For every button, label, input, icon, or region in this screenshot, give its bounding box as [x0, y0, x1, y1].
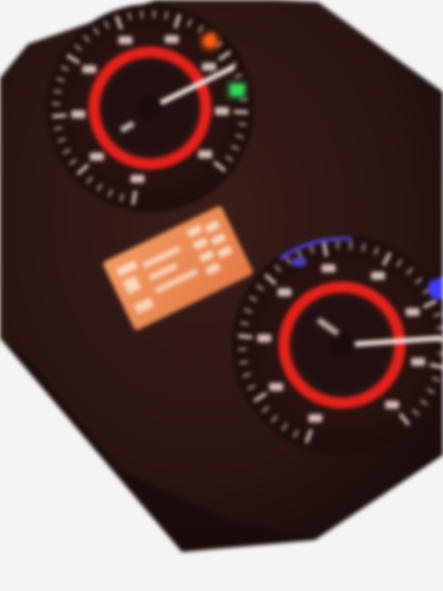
right-gauge [232, 235, 443, 455]
gauge-numeral-mark [198, 150, 213, 159]
gauge-tick [238, 334, 253, 339]
gauge-numeral-mark [371, 271, 385, 280]
left-gauge [46, 4, 254, 212]
left-gauge-hub [138, 96, 162, 120]
gauge-numeral-mark [269, 382, 284, 391]
gauge-numeral-mark [89, 152, 104, 161]
gauge-tick [349, 241, 352, 250]
gauge-tick [140, 10, 143, 19]
gauge-numeral-mark [257, 334, 272, 343]
amber-indicator-glow [198, 29, 222, 53]
gauge-numeral-mark [405, 308, 420, 316]
green-indicator-glow [226, 80, 248, 100]
gauge-numeral-mark [118, 36, 133, 45]
gauge-tick [437, 352, 443, 355]
gauge-numeral-mark [277, 288, 292, 297]
gauge-numeral-mark [214, 107, 229, 116]
gauge-tick [233, 110, 248, 114]
dashboard-photo [0, 0, 443, 591]
gauge-numeral-mark [202, 62, 216, 71]
right-gauge-hub [329, 332, 355, 358]
gauge-numeral-mark [130, 174, 145, 183]
photo-canvas [0, 0, 443, 591]
gauge-numeral-mark [308, 414, 323, 423]
gauge-numeral-mark [385, 400, 400, 409]
gauge-numeral-mark [411, 357, 426, 366]
gauge-numeral-mark [164, 35, 179, 44]
blue-gauge-icon [292, 258, 306, 266]
gauge-numeral-mark [321, 264, 336, 273]
gauge-numeral-mark [82, 65, 97, 74]
gauge-numeral-mark [71, 110, 86, 119]
gauge-tick [52, 113, 67, 118]
